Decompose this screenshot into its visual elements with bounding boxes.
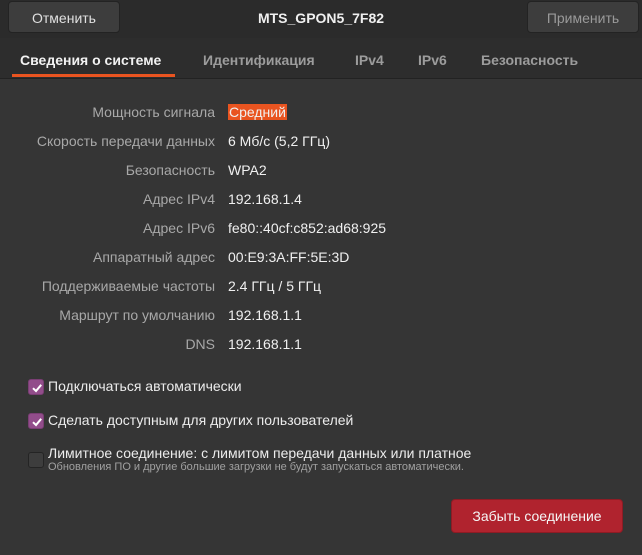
tab-security[interactable]: Безопасность	[481, 38, 578, 78]
detail-label: DNS	[185, 336, 215, 352]
tab-ipv6[interactable]: IPv6	[418, 38, 447, 78]
detail-value: 2.4 ГГц / 5 ГГц	[228, 278, 322, 294]
detail-row-ipv6: Адрес IPv6 fe80::40cf:c852:ad68:925	[0, 220, 642, 242]
detail-row-frequencies: Поддерживаемые частоты 2.4 ГГц / 5 ГГц	[0, 278, 642, 300]
detail-label: Адрес IPv4	[143, 191, 215, 207]
detail-row-default-route: Маршрут по умолчанию 192.168.1.1	[0, 307, 642, 329]
detail-label: Мощность сигнала	[92, 104, 215, 120]
detail-value: 6 Мб/с (5,2 ГГц)	[228, 133, 330, 149]
option-label: Сделать доступным для других пользовател…	[48, 412, 354, 428]
detail-row-mac: Аппаратный адрес 00:E9:3A:FF:5E:3D	[0, 249, 642, 271]
detail-value: 192.168.1.1	[228, 307, 302, 323]
detail-row-ipv4: Адрес IPv4 192.168.1.4	[0, 191, 642, 213]
cancel-button[interactable]: Отменить	[8, 1, 120, 33]
detail-value: 192.168.1.4	[228, 191, 302, 207]
detail-label: Аппаратный адрес	[93, 249, 215, 265]
checkbox-checked-icon[interactable]	[28, 379, 44, 395]
option-label: Подключаться автоматически	[48, 378, 242, 394]
forget-connection-button[interactable]: Забыть соединение	[451, 499, 623, 533]
detail-row-dns: DNS 192.168.1.1	[0, 336, 642, 358]
detail-row-security: Безопасность WPA2	[0, 162, 642, 184]
checkbox-unchecked-icon[interactable]	[28, 452, 44, 468]
detail-label: Поддерживаемые частоты	[41, 278, 215, 294]
checkbox-checked-icon[interactable]	[28, 413, 44, 429]
detail-label: Скорость передачи данных	[36, 133, 215, 149]
detail-value: 00:E9:3A:FF:5E:3D	[228, 249, 350, 265]
option-label: Лимитное соединение: с лимитом передачи …	[48, 445, 472, 461]
detail-row-signal: Мощность сигнала Средний	[0, 104, 642, 126]
detail-label: Маршрут по умолчанию	[59, 307, 215, 323]
tab-bar: Сведения о системе Идентификация IPv4 IP…	[0, 38, 642, 79]
tab-ipv4[interactable]: IPv4	[355, 38, 384, 78]
apply-button[interactable]: Применить	[527, 1, 639, 33]
tab-identity[interactable]: Идентификация	[203, 38, 315, 78]
header-bar: MTS_GPON5_7F82 Отменить Применить	[0, 0, 642, 38]
detail-row-speed: Скорость передачи данных 6 Мб/с (5,2 ГГц…	[0, 133, 642, 155]
detail-label: Безопасность	[125, 162, 215, 178]
detail-value: fe80::40cf:c852:ad68:925	[228, 220, 387, 236]
detail-value: 192.168.1.1	[228, 336, 302, 352]
detail-value: WPA2	[228, 162, 267, 178]
option-hint: Обновления ПО и другие большие загрузки …	[48, 461, 464, 473]
tab-details[interactable]: Сведения о системе	[11, 38, 176, 78]
detail-label: Адрес IPv6	[143, 220, 215, 236]
signal-strength-value: Средний	[228, 104, 287, 120]
